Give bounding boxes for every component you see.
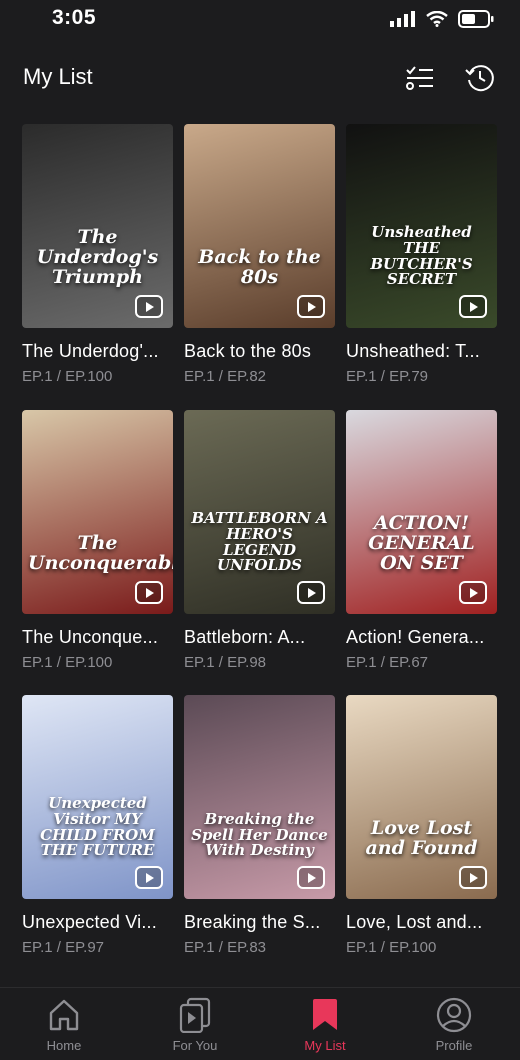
poster-image[interactable]: The Unconquerable [22,410,173,614]
poster-image[interactable]: Love Lost and Found [346,695,497,899]
episode-progress: EP.1 / EP.98 [184,654,267,671]
play-icon[interactable] [297,866,325,889]
nav-for-you-label: For You [172,1038,218,1053]
poster-title-art: ACTION! GENERAL ON SET [368,512,475,575]
item-title[interactable]: Unexpected Vi... [22,912,173,933]
poster-image[interactable]: The Underdog's Triumph [22,124,173,328]
item-title[interactable]: Action! Genera... [346,627,497,648]
play-icon[interactable] [459,866,487,889]
list-item[interactable]: Back to the 80s Back to the 80s EP.1 / EP.… [184,124,335,385]
signal-icon [390,11,415,27]
list-item[interactable]: BATTLEBORN A HERO'S LEGEND UNFOLDS Battle… [184,410,335,671]
poster-title-art: BATTLEBORN A HERO'S LEGEND UNFOLDS [191,509,328,575]
poster-image[interactable]: ACTION! GENERAL ON SET [346,410,497,614]
nav-for-you[interactable]: For You [145,996,245,1053]
home-icon [49,999,79,1031]
item-title[interactable]: The Unconque... [22,627,173,648]
profile-icon [436,997,472,1033]
poster-title-art: The Unconquerable [28,532,173,575]
nav-home[interactable]: Home [14,996,114,1053]
play-icon[interactable] [459,295,487,318]
poster-image[interactable]: Unexpected Visitor MY CHILD FROM THE FUT… [22,695,173,899]
play-icon[interactable] [135,866,163,889]
poster-image[interactable]: Back to the 80s [184,124,335,328]
poster-title-art: The Underdog's Triumph [36,226,159,289]
nav-home-label: Home [46,1038,82,1053]
episode-progress: EP.1 / EP.100 [22,654,113,671]
wifi-icon [426,11,448,27]
poster-title-art: Love Lost and Found [365,817,478,860]
bottom-nav: Home For You My List Profile [0,987,520,1060]
play-icon[interactable] [135,581,163,604]
edit-list-button[interactable] [402,60,438,96]
header: My List [0,56,520,100]
history-button[interactable] [462,60,498,96]
list-item[interactable]: The Underdog's Triumph The Underdog'... EP… [22,124,173,385]
poster-title-art: Unexpected Visitor MY CHILD FROM THE FUT… [40,794,155,860]
poster-image[interactable]: Unsheathed THE BUTCHER'S SECRET [346,124,497,328]
poster-title-art: Unsheathed THE BUTCHER'S SECRET [370,223,473,289]
item-title[interactable]: Love, Lost and... [346,912,497,933]
episode-progress: EP.1 / EP.97 [22,939,105,956]
list-item[interactable]: ACTION! GENERAL ON SET Action! Genera... E… [346,410,497,671]
list-item[interactable]: Unexpected Visitor MY CHILD FROM THE FUT… [22,695,173,956]
item-title[interactable]: Battleborn: A... [184,627,335,648]
status-bar: 3:05 [0,0,520,40]
play-icon[interactable] [297,581,325,604]
nav-my-list[interactable]: My List [275,996,375,1053]
history-icon [465,65,494,92]
list-item[interactable]: Breaking the Spell Her Dance With Destin… [184,695,335,956]
play-icon[interactable] [459,581,487,604]
list-item[interactable]: Unsheathed THE BUTCHER'S SECRET Unsheathe… [346,124,497,385]
episode-progress: EP.1 / EP.83 [184,939,267,956]
poster-image[interactable]: Breaking the Spell Her Dance With Destin… [184,695,335,899]
checklist-icon [406,66,433,90]
episode-progress: EP.1 / EP.100 [346,939,437,956]
nav-my-list-label: My List [304,1038,346,1053]
play-icon[interactable] [135,295,163,318]
status-icons [390,10,494,28]
item-title[interactable]: Back to the 80s [184,341,335,362]
poster-title-art: Breaking the Spell Her Dance With Destin… [191,809,328,860]
episode-progress: EP.1 / EP.100 [22,368,113,385]
bookmark-icon [313,999,337,1030]
nav-profile-label: Profile [435,1038,473,1053]
episode-progress: EP.1 / EP.67 [346,654,429,671]
item-title[interactable]: The Underdog'... [22,341,173,362]
list-item[interactable]: The Unconquerable The Unconque... EP.1 / E… [22,410,173,671]
poster-title-art: Back to the 80s [198,246,321,289]
page-title: My List [23,64,93,89]
nav-profile[interactable]: Profile [404,996,504,1053]
list-item[interactable]: Love Lost and Found Love, Lost and... EP.1… [346,695,497,956]
episode-progress: EP.1 / EP.82 [184,368,267,385]
play-stack-icon [179,997,211,1033]
play-icon[interactable] [297,295,325,318]
episode-progress: EP.1 / EP.79 [346,368,429,385]
battery-icon [458,10,494,28]
status-time: 3:05 [52,6,97,29]
item-title[interactable]: Unsheathed: T... [346,341,497,362]
item-title[interactable]: Breaking the S... [184,912,335,933]
poster-image[interactable]: BATTLEBORN A HERO'S LEGEND UNFOLDS [184,410,335,614]
